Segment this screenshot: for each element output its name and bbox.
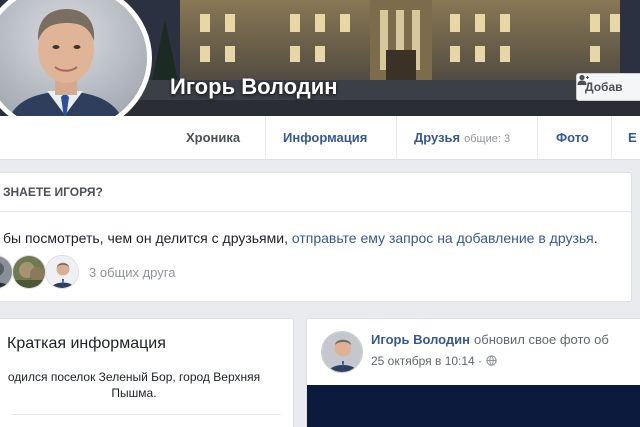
timeline-post: Игорь Володин обновил свое фото об 25 окт…	[306, 318, 640, 427]
post-header: Игорь Володин обновил свое фото об	[371, 332, 609, 347]
tab-friends-label: Друзья	[414, 130, 461, 145]
prompt-period: .	[593, 230, 598, 246]
tab-photos-label: Фото	[556, 130, 589, 145]
mutual-friend-avatar[interactable]	[12, 255, 46, 289]
tab-divider	[611, 116, 612, 160]
add-friend-icon	[577, 74, 589, 85]
add-friend-label: Добав	[585, 80, 623, 94]
tab-about[interactable]: Информация	[283, 116, 367, 160]
mutual-friend-avatar[interactable]	[45, 255, 79, 289]
tab-about-label: Информация	[283, 130, 368, 145]
add-friend-button[interactable]: Добав	[576, 73, 640, 101]
mutual-friends-link[interactable]: 3 общих друга	[89, 265, 175, 280]
intro-card: Краткая информация одился поселок Зелены…	[0, 318, 294, 427]
post-meta: 25 октября в 10:14 ·	[371, 354, 497, 368]
tab-photos[interactable]: Фото	[556, 116, 589, 160]
card-divider	[0, 211, 633, 212]
profile-portrait-image	[0, 0, 147, 131]
mutual-friend-photo	[13, 256, 45, 288]
post-action: обновил свое фото об	[474, 332, 609, 347]
post-photo[interactable]	[307, 385, 640, 427]
mutual-friend-photo	[46, 256, 78, 288]
tab-divider	[537, 116, 538, 160]
tab-divider	[265, 116, 266, 160]
do-you-know-title: ЗНАЕТЕ ИГОРЯ?	[3, 185, 103, 199]
tab-friends-mutual-count: общие: 3	[464, 133, 511, 145]
globe-icon[interactable]	[486, 355, 497, 366]
profile-picture[interactable]	[0, 0, 147, 131]
post-date[interactable]: 25 октября в 10:14 ·	[371, 354, 482, 368]
post-author-name[interactable]: Игорь Володин	[371, 332, 470, 347]
tab-more[interactable]: Е	[628, 116, 637, 160]
send-friend-request-link[interactable]: отправьте ему запрос на добавление в дру…	[292, 230, 594, 246]
tab-divider	[396, 116, 397, 160]
do-you-know-card: ЗНАЕТЕ ИГОРЯ? бы посмотреть, чем он дели…	[0, 172, 633, 302]
profile-page: Игорь Володин Добав Хроника Информация Д…	[0, 0, 640, 427]
profile-name[interactable]: Игорь Володин	[170, 74, 338, 100]
post-author-photo	[322, 332, 362, 372]
tab-timeline[interactable]: Хроника	[186, 116, 240, 160]
tab-more-label: Е	[628, 130, 637, 145]
prompt-text: бы посмотреть, чем он делится с друзьями…	[3, 230, 288, 246]
intro-title: Краткая информация	[7, 335, 166, 352]
tab-timeline-label: Хроника	[186, 130, 241, 145]
card-divider	[11, 414, 281, 415]
intro-birthplace: одился поселок Зеленый Бор, город Верхня…	[7, 370, 261, 400]
friend-request-prompt: бы посмотреть, чем он делится с друзьями…	[3, 230, 598, 246]
tab-friends[interactable]: Друзья общие: 3	[414, 116, 510, 160]
post-author-avatar[interactable]	[321, 331, 363, 373]
profile-nav: Хроника Информация Друзья общие: 3 Фото Е	[0, 116, 640, 160]
